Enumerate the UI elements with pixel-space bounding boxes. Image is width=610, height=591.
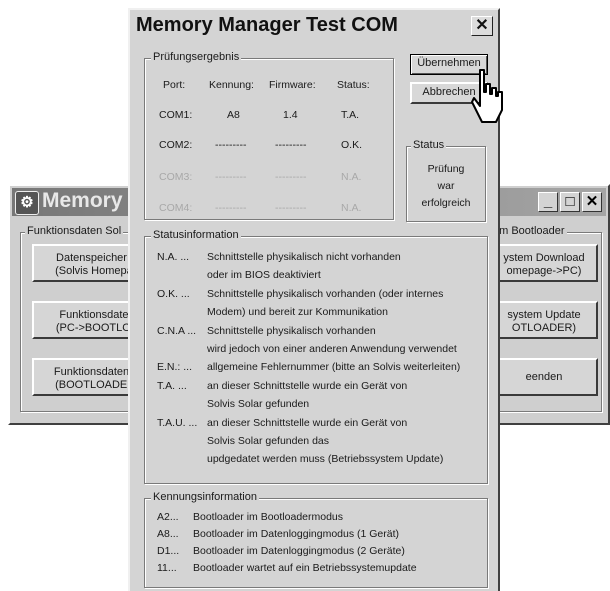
button-line: OTLOADER) (511, 322, 577, 334)
kennung-text: Bootloader im Datenloggingmodus (2 Gerät… (193, 545, 405, 557)
system-download-button[interactable]: ystem Download omepage->PC) (490, 244, 598, 282)
dialog-title: Memory Manager Test COM (136, 14, 398, 36)
statusinfo-text: oder im BIOS deaktiviert (207, 269, 321, 282)
statusinfo-row: O.K. ... Schnittstelle physikalisch vorha… (157, 288, 483, 306)
gear-icon: ⚙ (15, 191, 39, 215)
kennung-code: D1... (157, 545, 180, 557)
test-com-dialog: Memory Manager Test COM ✕ Prüfungsergebn… (128, 8, 500, 591)
statusinfo-text: updgedatet werden muss (Betriebssystem U… (207, 453, 444, 466)
statusinfo-text: allgemeine Fehlernummer (bitte an Solvis… (207, 361, 461, 374)
group-bootloader-label: em Bootloader (491, 225, 567, 237)
statusinfo-text: Schnittstelle physikalisch vorhanden (od… (207, 287, 444, 300)
statusinfo-row: Modem) und bereit zur Kommunikation (157, 306, 483, 324)
header-status: Status: (337, 79, 370, 91)
status-line: Prüfung (427, 163, 465, 175)
statusinfo-text: wird jedoch von einer anderen Anwendung … (207, 342, 457, 355)
minimize-icon[interactable]: _ (538, 192, 558, 212)
statusinfo-text: Modem) und bereit zur Kommunikation (207, 306, 388, 319)
statusinfo-code: E.N.: ... (157, 361, 193, 374)
com1-port: COM1: (159, 109, 193, 121)
com1-kennung: A8 (227, 109, 240, 121)
statusinfo-text: an dieser Schnittstelle wurde ein Gerät … (207, 379, 408, 392)
beenden-button[interactable]: eenden (490, 358, 598, 396)
statusinfo-code: C.N.A ... (157, 324, 197, 337)
dialog-title-bar[interactable]: Memory Manager Test COM ✕ (130, 10, 498, 41)
kennung-code: A8... (157, 528, 179, 540)
com4-status: N.A. (341, 202, 362, 214)
statusinformation-label: Statusinformation (151, 229, 241, 241)
status-message: Prüfung war erfolgreich (407, 161, 485, 212)
kennung-text: Bootloader im Bootloadermodus (193, 511, 344, 523)
statusinfo-code: T.A. ... (157, 379, 187, 392)
com4-kennung: --------- (215, 202, 247, 214)
com2-firmware: --------- (275, 139, 307, 151)
statusinfo-text: Schnittstelle physikalisch nicht vorhand… (207, 251, 401, 263)
com3-status: N.A. (341, 171, 362, 183)
kennungsinformation-group: Kennungsinformation A2... Bootloader im B… (144, 491, 488, 588)
header-port: Port: (163, 79, 186, 91)
kennung-row: 11... Bootloader wartet auf ein Betriebss… (157, 562, 483, 579)
kennung-text: Bootloader wartet auf ein Betriebssystem… (193, 562, 417, 574)
statusinfo-row: C.N.A ... Schnittstelle physikalisch vorh… (157, 325, 483, 343)
close-icon[interactable]: ✕ (471, 16, 493, 36)
com2-port: COM2: (159, 139, 193, 151)
system-update-button[interactable]: system Update OTLOADER) (490, 301, 598, 339)
statusinfo-row: T.A. ... an dieser Schnittstelle wurde ei… (157, 380, 483, 398)
com3-kennung: --------- (215, 171, 247, 183)
kennungsinformation-list: A2... Bootloader im Bootloadermodus A8... B… (157, 511, 483, 579)
pruefungsergebnis-group: Prüfungsergebnis Port: Kennung: Firmware… (144, 51, 394, 220)
statusinfo-code: O.K. ... (157, 287, 190, 300)
pruefungsergebnis-label: Prüfungsergebnis (151, 51, 242, 63)
group-funktionsdaten-label: Funktionsdaten Sol (25, 225, 124, 237)
kennung-row: A8... Bootloader im Datenloggingmodus (1 … (157, 528, 483, 545)
statusinfo-row: oder im BIOS deaktiviert (157, 269, 483, 287)
kennung-row: A2... Bootloader im Bootloadermodus (157, 511, 483, 528)
statusinfo-row: Solvis Solar gefunden (157, 398, 483, 416)
com1-status: T.A. (341, 109, 360, 121)
button-line: omepage->PC) (506, 265, 582, 277)
statusinfo-code: N.A. ... (157, 251, 190, 263)
com4-firmware: --------- (275, 202, 307, 214)
statusinfo-row: updgedatet werden muss (Betriebssystem U… (157, 453, 483, 471)
com2-status: O.K. (341, 139, 363, 151)
statusinfo-row: Solvis Solar gefunden das (157, 435, 483, 453)
status-line: erfolgreich (421, 197, 471, 209)
status-line: war (437, 180, 455, 192)
kennung-row: D1... Bootloader im Datenloggingmodus (2 … (157, 545, 483, 562)
button-line: system Update (507, 309, 581, 321)
statusinfo-text: an dieser Schnittstelle wurde ein Gerät … (207, 416, 408, 429)
statusinfo-row: E.N.: ... allgemeine Fehlernummer (bitte … (157, 361, 483, 379)
statusinfo-text: Schnittstelle physikalisch vorhanden (207, 324, 376, 337)
statusinfo-code: T.A.U. ... (157, 416, 198, 429)
statusinfo-row: T.A.U. ... an dieser Schnittstelle wurde … (157, 417, 483, 435)
status-label: Status (411, 139, 447, 151)
hand-cursor-icon (471, 69, 503, 123)
kennung-code: 11... (157, 562, 177, 574)
statusinfo-row: N.A. ... Schnittstelle physikalisch nicht… (157, 251, 483, 269)
header-firmware: Firmware: (269, 79, 316, 91)
header-kennung: Kennung: (209, 79, 254, 91)
com3-port: COM3: (159, 171, 193, 183)
kennungsinformation-label: Kennungsinformation (151, 491, 259, 503)
com1-firmware: 1.4 (283, 109, 298, 121)
maximize-icon[interactable]: □ (560, 192, 580, 212)
button-line: eenden (525, 371, 563, 383)
com4-port: COM4: (159, 202, 193, 214)
close-icon[interactable]: ✕ (582, 192, 602, 212)
statusinfo-row: wird jedoch von einer anderen Anwendung … (157, 343, 483, 361)
kennung-code: A2... (157, 511, 179, 523)
kennung-text: Bootloader im Datenloggingmodus (1 Gerät… (193, 528, 400, 540)
com2-kennung: --------- (215, 139, 247, 151)
statusinfo-text: Solvis Solar gefunden das (207, 434, 329, 447)
statusinformation-group: Statusinformation N.A. ... Schnittstelle … (144, 229, 488, 484)
button-line: ystem Download (503, 252, 585, 264)
statusinfo-text: Solvis Solar gefunden (207, 398, 310, 411)
status-group: Status Prüfung war erfolgreich (406, 139, 486, 222)
statusinformation-list: N.A. ... Schnittstelle physikalisch nicht… (157, 251, 483, 472)
com3-firmware: --------- (275, 171, 307, 183)
